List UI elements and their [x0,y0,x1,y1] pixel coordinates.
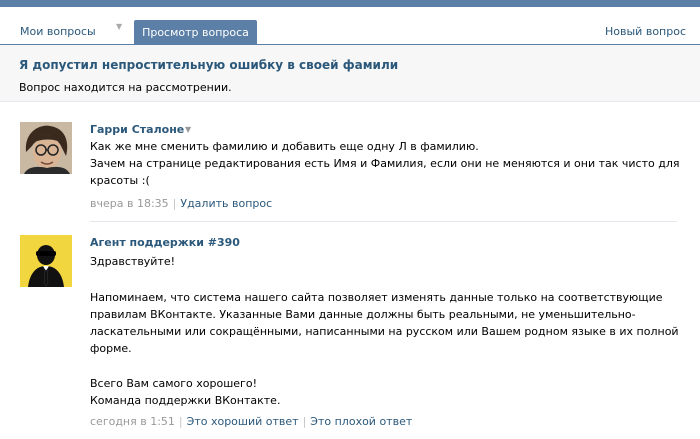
post-text-line: ласкательными или сокращёнными, написанн… [90,325,679,338]
chevron-down-icon[interactable]: ▼ [116,22,122,31]
post-text-line: правилам ВКонтакте. Указанные Вами данны… [90,308,636,321]
avatar[interactable] [20,122,72,174]
tab-new-question[interactable]: Новый вопрос [605,21,686,43]
post-meta: вчера в 18:35 | Удалить вопрос [90,197,272,210]
post-text-line: Как же мне сменить фамилию и добавить ещ… [90,140,479,153]
post-text-line: форме. [90,342,132,355]
avatar[interactable] [20,235,72,287]
bad-answer-link[interactable]: Это плохой ответ [310,415,412,428]
top-bar [0,0,700,7]
good-answer-link[interactable]: Это хороший ответ [187,415,299,428]
user-avatar-icon [20,122,72,174]
chevron-down-icon[interactable]: ▼ [185,125,191,134]
question-status: Вопрос находится на рассмотрении. [19,81,232,94]
separator: | [172,197,177,210]
question-title: Я допустил непростительную ошибку в свое… [19,58,399,72]
tabs-bar: Мои вопросы ▼ Просмотр вопроса Новый воп… [0,7,700,45]
post-meta: сегодня в 1:51 | Это хороший ответ | Это пло… [90,415,412,428]
post-text-line: Напоминаем, что система нашего сайта поз… [90,291,663,304]
post-author[interactable]: Агент поддержки #390 [90,236,240,249]
post-author[interactable]: Гарри Сталоне [90,123,184,136]
separator: | [178,415,183,428]
post-text-line: Зачем на странице редактирования есть Им… [90,157,680,170]
post-time: вчера в 18:35 [90,197,169,210]
divider [90,221,677,222]
post-text-line: красоты :( [90,174,150,187]
post-greeting: Здравствуйте! [90,255,176,268]
tab-my-questions[interactable]: Мои вопросы [20,21,96,43]
post-text-line: Всего Вам самого хорошего! [90,377,257,390]
post-time: сегодня в 1:51 [90,415,175,428]
tab-view-question[interactable]: Просмотр вопроса [134,20,257,45]
post-text-line: Команда поддержки ВКонтакте. [90,394,281,407]
agent-avatar-icon [20,235,72,287]
question-header: Я допустил непростительную ошибку в свое… [0,45,700,102]
delete-question-link[interactable]: Удалить вопрос [180,197,272,210]
separator: | [302,415,307,428]
